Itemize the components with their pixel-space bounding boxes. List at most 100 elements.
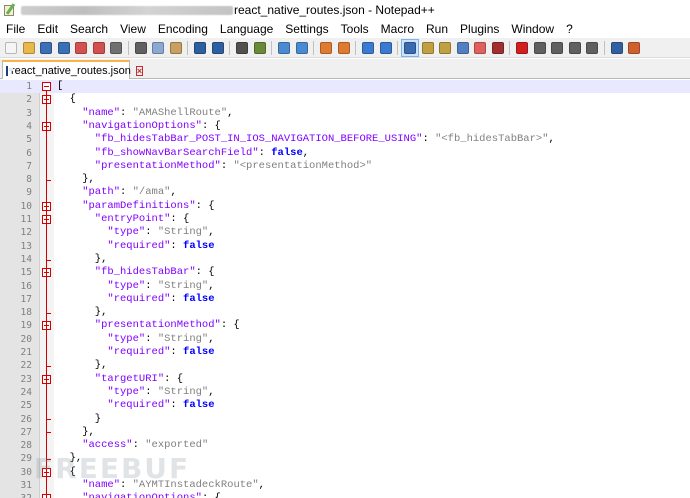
document-map-icon[interactable] (437, 40, 453, 56)
sync-vertical-icon[interactable] (318, 40, 334, 56)
line-number: 11 (20, 214, 32, 225)
redo-icon[interactable] (210, 40, 226, 56)
menu-help[interactable]: ? (560, 20, 579, 38)
tab-label: react_native_routes.json (11, 64, 131, 77)
tab-react-native-routes[interactable]: react_native_routes.json × (2, 60, 144, 79)
playback-macro-icon[interactable] (549, 40, 565, 56)
code-token: false (183, 399, 215, 412)
fold-collapse-icon[interactable] (42, 82, 51, 91)
menu-view[interactable]: View (114, 20, 152, 38)
code-token: false (271, 146, 303, 159)
sync-horizontal-icon[interactable] (336, 40, 352, 56)
code-line[interactable]: 29 }, (0, 452, 690, 465)
code-line[interactable]: 32 "navigationOptions": { (0, 492, 690, 498)
menu-settings[interactable]: Settings (279, 20, 334, 38)
menu-edit[interactable]: Edit (31, 20, 64, 38)
code-line[interactable]: 25 "required": false (0, 399, 690, 412)
code-line[interactable]: 9 "path": "/ama", (0, 186, 690, 199)
code-line[interactable]: 31 "name": "AYMTInstadeckRoute", (0, 479, 690, 492)
code-line[interactable]: 11 "entryPoint": { (0, 213, 690, 226)
menu-file[interactable]: File (0, 20, 31, 38)
code-token: : (258, 146, 272, 159)
language-icon[interactable] (420, 40, 436, 56)
open-file-icon[interactable] (21, 40, 37, 56)
code-line[interactable]: 3 "name": "AMAShellRoute", (0, 107, 690, 120)
code-line[interactable]: 7 "presentationMethod": "<presentationMe… (0, 160, 690, 173)
code-line[interactable]: 23 "targetURI": { (0, 373, 690, 386)
code-line[interactable]: 26 } (0, 413, 690, 426)
code-text: "navigationOptions": { (57, 120, 221, 133)
menu-macro[interactable]: Macro (375, 20, 420, 38)
code-line[interactable]: 10 "paramDefinitions": { (0, 200, 690, 213)
plugin-manager-icon[interactable] (609, 40, 625, 56)
code-line[interactable]: 24 "type": "String", (0, 386, 690, 399)
code-token: }, (57, 452, 83, 465)
menu-encoding[interactable]: Encoding (152, 20, 214, 38)
record-macro-icon[interactable] (514, 40, 530, 56)
code-line[interactable]: 22 }, (0, 359, 690, 372)
monitoring-icon[interactable] (490, 40, 506, 56)
code-token: "String" (157, 332, 209, 345)
code-text: "required": false (57, 239, 214, 253)
code-line[interactable]: 30 { (0, 466, 690, 479)
line-number: 17 (20, 293, 32, 305)
replace-icon[interactable] (252, 40, 268, 56)
indent-guide-icon[interactable] (401, 38, 419, 57)
find-icon[interactable] (234, 40, 250, 56)
code-line[interactable]: 8 }, (0, 173, 690, 186)
code-line[interactable]: 13 "required": false (0, 240, 690, 253)
code-line[interactable]: 12 "type": "String", (0, 226, 690, 239)
function-list-icon[interactable] (455, 40, 471, 56)
stop-record-icon[interactable] (532, 40, 548, 56)
save-icon[interactable] (38, 40, 54, 56)
menu-plugins[interactable]: Plugins (454, 20, 505, 38)
code-token: "required" (57, 239, 171, 252)
code-line[interactable]: 1[ (0, 80, 690, 94)
code-line[interactable]: 28 "access": "exported" (0, 439, 690, 452)
run-macro-multiple-icon[interactable] (567, 40, 583, 56)
paste-icon[interactable] (168, 40, 184, 56)
code-token: "required" (57, 346, 171, 358)
code-line[interactable]: 18 }, (0, 306, 690, 319)
menu-window[interactable]: Window (505, 20, 560, 38)
code-line[interactable]: 6 "fb_showNavBarSearchField": false, (0, 147, 690, 160)
show-all-chars-icon[interactable] (378, 40, 394, 56)
menu-run[interactable]: Run (420, 20, 454, 38)
editor-area[interactable]: 1[2 {3 "name": "AMAShellRoute", 4 "naviga… (0, 80, 690, 498)
cut-icon[interactable] (133, 40, 149, 56)
code-line[interactable]: 4 "navigationOptions": { (0, 120, 690, 133)
code-token: : (170, 239, 184, 252)
folder-workspace-icon[interactable] (472, 40, 488, 56)
code-text: "fb_hidesTabBar": { (57, 266, 215, 279)
code-line[interactable]: 27 }, (0, 426, 690, 439)
save-all-icon[interactable] (56, 40, 72, 56)
code-line[interactable]: 19 "presentationMethod": { (0, 319, 690, 332)
code-line[interactable]: 15 "fb_hidesTabBar": { (0, 266, 690, 279)
code-token: "navigationOptions" (57, 492, 202, 498)
toolbar-separator (313, 40, 314, 55)
print-icon[interactable] (108, 40, 124, 56)
code-line[interactable]: 16 "type": "String", (0, 280, 690, 293)
menu-tools[interactable]: Tools (335, 20, 375, 38)
code-line[interactable]: 17 "required": false (0, 293, 690, 306)
code-line[interactable]: 21 "required": false (0, 346, 690, 359)
close-icon[interactable] (73, 40, 89, 56)
code-line[interactable]: 5 "fb_hidesTabBar_POST_IN_IOS_NAVIGATION… (0, 133, 690, 146)
line-number: 20 (20, 333, 32, 345)
code-line[interactable]: 14 }, (0, 253, 690, 266)
code-line[interactable]: 2 { (0, 93, 690, 106)
save-macro-icon[interactable] (584, 40, 600, 56)
plugin-admin-icon[interactable] (626, 40, 642, 56)
code-line[interactable]: 20 "type": "String", (0, 333, 690, 346)
line-number: 3 (26, 107, 32, 119)
menu-language[interactable]: Language (214, 20, 279, 38)
new-file-icon[interactable] (3, 40, 19, 56)
menu-search[interactable]: Search (64, 20, 114, 38)
close-tab-icon[interactable]: × (135, 65, 144, 76)
zoom-out-icon[interactable] (294, 40, 310, 56)
zoom-in-icon[interactable] (276, 40, 292, 56)
word-wrap-icon[interactable] (360, 40, 376, 56)
undo-icon[interactable] (192, 40, 208, 56)
copy-icon[interactable] (150, 40, 166, 56)
close-all-icon[interactable] (91, 40, 107, 56)
